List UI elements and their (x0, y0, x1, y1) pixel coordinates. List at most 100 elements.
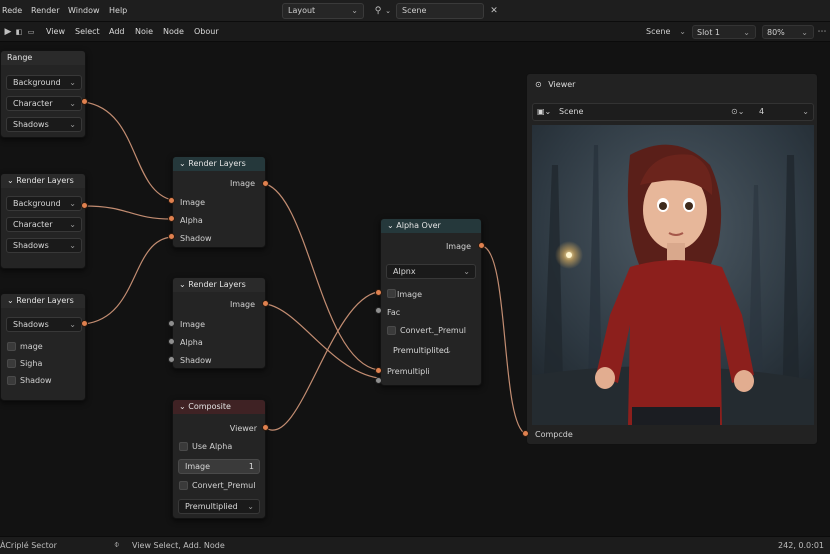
shadow-checkbox[interactable] (7, 376, 16, 385)
top-menu-bar: Rede Render Window Help Layout ⌄ ⚲ ⌄ Sce… (0, 0, 830, 22)
menu-noie[interactable]: Noie (135, 27, 153, 36)
chevron-down-icon: ⌄ (69, 220, 76, 229)
viewer-panel[interactable]: ⊙ Viewer ▣⌄ Scene ⊙⌄ 4 ⌄ Compcde (526, 73, 818, 445)
alpha-over-header: ⌄ Alpha Over (381, 219, 481, 233)
rl1-character-label: Character (13, 220, 53, 229)
rln1-input-image: Image (180, 198, 206, 207)
rln1-output-socket[interactable] (262, 180, 269, 187)
chevron-down-icon[interactable]: ⌄ (179, 402, 186, 411)
chevron-down-icon[interactable]: ⌄ (380, 3, 396, 19)
render-layers-node-2[interactable]: ⌄ Render Layers Image Image Alpha Shadow (172, 277, 266, 369)
menu-add[interactable]: Add (109, 27, 125, 36)
frame-icon[interactable]: ▭ (23, 24, 39, 40)
toolbar-scene-dropdown[interactable]: Scene ⌄ (642, 25, 688, 39)
composite-image-field[interactable]: Image 1 (178, 459, 260, 474)
range-panel: Range Background ⌄ Character ⌄ Shadows ⌄ (0, 50, 86, 138)
chevron-down-icon[interactable]: ⌄ (179, 159, 186, 168)
mouse-icon: ⌽ (114, 540, 120, 550)
menu-rede[interactable]: Rede (2, 6, 22, 15)
range-character-socket[interactable] (81, 98, 88, 105)
rln2-image-socket[interactable] (168, 320, 175, 327)
menu-obour[interactable]: Obour (194, 27, 219, 36)
camera-icon[interactable]: ⊙⌄ (731, 107, 744, 116)
rl2-shadows-socket[interactable] (81, 320, 88, 327)
workspace-dropdown[interactable]: Layout ⌄ (282, 3, 364, 19)
alpha-over-convert-checkbox[interactable] (387, 326, 396, 335)
composite-image-value: 1 (248, 462, 254, 471)
rln1-image-socket[interactable] (168, 197, 175, 204)
rln2-input-shadow: Shadow (180, 356, 212, 365)
rln2-output-socket[interactable] (262, 300, 269, 307)
range-shadows-select[interactable]: Shadows ⌄ (6, 117, 82, 132)
zoom-dropdown[interactable]: 80% ⌄ (762, 25, 814, 39)
sigha-checkbox[interactable] (7, 359, 16, 368)
menu-window[interactable]: Window (68, 6, 100, 15)
composite-node[interactable]: ⌄ Composite Viewer Use Alpha Image 1 Con… (172, 399, 266, 519)
rln1-alpha-socket[interactable] (168, 215, 175, 222)
range-background-select[interactable]: Background ⌄ (6, 75, 82, 90)
alpha-over-output-socket[interactable] (478, 242, 485, 249)
rl2-shadows-select[interactable]: Shadows ⌄ (6, 317, 82, 332)
rln2-alpha-socket[interactable] (168, 338, 175, 345)
composite-output-socket[interactable] (262, 424, 269, 431)
menu-view[interactable]: View (46, 27, 65, 36)
render-layers-node-1[interactable]: ⌄ Render Layers Image Image Alpha Shadow (172, 156, 266, 248)
viewer-input-socket[interactable] (522, 430, 529, 437)
rln1-shadow-socket[interactable] (168, 233, 175, 240)
chevron-down-icon[interactable]: ⌄ (179, 280, 186, 289)
chevron-down-icon: ⌄ (69, 99, 76, 108)
slot-dropdown[interactable]: Slot 1 ⌄ (692, 25, 756, 39)
viewer-count[interactable]: 4 (759, 107, 764, 116)
range-character-select[interactable]: Character ⌄ (6, 96, 82, 111)
menu-help[interactable]: Help (109, 6, 127, 15)
render-layers-panel-1-header: ⌄ Render Layers (1, 174, 85, 188)
alpha-over-mode-label: Premultiplited (393, 346, 449, 355)
alpha-over-image-checkbox[interactable] (387, 289, 396, 298)
composite-title: Composite (188, 402, 231, 411)
chevron-down-icon: ⌄ (69, 241, 76, 250)
render-layers-panel-2-title: Render Layers (16, 296, 74, 305)
chevron-down-icon: ⌄ (679, 27, 686, 36)
rln2-shadow-socket[interactable] (168, 356, 175, 363)
menu-select[interactable]: Select (75, 27, 100, 36)
viewer-scene-field[interactable]: Scene (555, 104, 727, 120)
image-icon[interactable]: ▣⌄ (537, 107, 551, 116)
chevron-down-icon[interactable]: ⌄ (802, 107, 809, 116)
render-layers-panel-1: ⌄ Render Layers Background ⌄ Character ⌄ S… (0, 173, 86, 269)
status-right-text: 242, 0.0:01 (778, 541, 824, 550)
mage-checkbox[interactable] (7, 342, 16, 351)
alpha-over-mode-select[interactable]: Premultiplited ⌄ (386, 343, 458, 358)
use-alpha-label: Use Alpha (192, 442, 233, 451)
viewer-icon: ⊙ (535, 80, 542, 89)
range-shadows-label: Shadows (13, 120, 49, 129)
render-layers-panel-2-header: ⌄ Render Layers (1, 294, 85, 308)
convert-premul-checkbox[interactable] (179, 481, 188, 490)
alpha-over-image-socket[interactable] (375, 289, 382, 296)
zoom-label: 80% (767, 28, 785, 37)
rln1-output-label: Image (229, 179, 255, 188)
rl1-background-select[interactable]: Background ⌄ (6, 196, 82, 211)
range-background-label: Background (13, 78, 61, 87)
rln2-title: Render Layers (188, 280, 246, 289)
rl1-background-socket[interactable] (81, 202, 88, 209)
workspace-label: Layout (288, 6, 316, 15)
menu-node[interactable]: Node (163, 27, 184, 36)
scene-name: Scene (402, 6, 427, 15)
chevron-down-icon[interactable]: ⌄ (387, 221, 394, 230)
alpha-over-node[interactable]: ⌄ Alpha Over Image Alpnx ⌄ Image Fac Conv… (380, 218, 482, 386)
chevron-down-icon[interactable]: ⌄ (7, 176, 14, 185)
scene-field[interactable]: Scene (396, 3, 484, 19)
alpha-over-extra-socket[interactable] (375, 377, 382, 384)
composite-mode-select[interactable]: Premultiplied ⌄ (178, 499, 260, 514)
alpha-over-fac-socket[interactable] (375, 307, 382, 314)
options-icon[interactable]: ⋯ (814, 24, 830, 40)
composite-image-label: Image (185, 462, 211, 471)
rl1-character-select[interactable]: Character ⌄ (6, 217, 82, 232)
link-icon[interactable] (488, 3, 504, 19)
alpha-over-blend-select[interactable]: Alpnx ⌄ (386, 264, 476, 279)
menu-render[interactable]: Render (31, 6, 59, 15)
rl1-shadows-select[interactable]: Shadows ⌄ (6, 238, 82, 253)
alpha-over-premult-socket[interactable] (375, 367, 382, 374)
use-alpha-checkbox[interactable] (179, 442, 188, 451)
chevron-down-icon[interactable]: ⌄ (7, 296, 14, 305)
